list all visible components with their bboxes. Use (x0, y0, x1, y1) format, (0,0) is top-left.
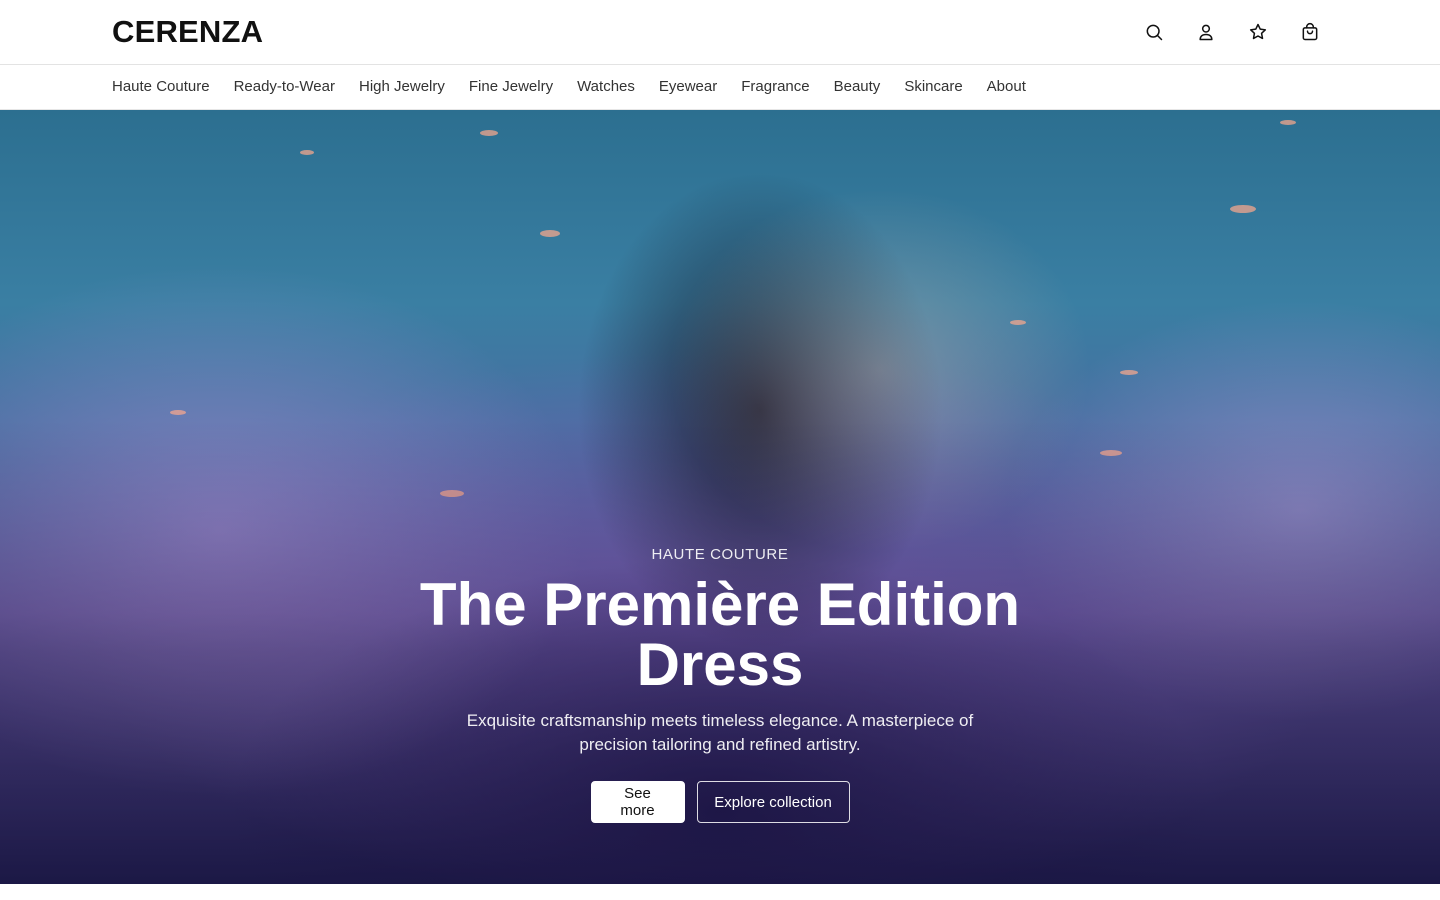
see-more-button[interactable]: See more (590, 781, 685, 823)
nav-item-fine-jewelry[interactable]: Fine Jewelry (469, 78, 553, 95)
nav-item-fragrance[interactable]: Fragrance (741, 78, 809, 95)
explore-collection-button[interactable]: Explore collection (696, 781, 850, 823)
nav-item-haute-couture[interactable]: Haute Couture (112, 78, 210, 95)
search-icon[interactable] (1144, 19, 1164, 45)
nav-item-beauty[interactable]: Beauty (834, 78, 881, 95)
hero-content: HAUTE COUTURE The Première Edition Dress… (0, 546, 1440, 823)
header-icons (1144, 19, 1320, 45)
nav-item-skincare[interactable]: Skincare (904, 78, 962, 95)
nav-item-watches[interactable]: Watches (577, 78, 635, 95)
top-header: CERENZA (0, 0, 1440, 65)
hero-description: Exquisite craftsmanship meets timeless e… (466, 711, 974, 754)
brand-logo[interactable]: CERENZA (112, 14, 263, 50)
bag-icon[interactable] (1300, 19, 1320, 45)
hero-eyebrow: HAUTE COUTURE (651, 546, 789, 563)
user-icon[interactable] (1196, 19, 1216, 45)
star-icon[interactable] (1248, 19, 1268, 45)
nav-item-eyewear[interactable]: Eyewear (659, 78, 717, 95)
category-nav: Haute Couture Ready-to-Wear High Jewelry… (0, 65, 1440, 110)
hero-banner: HAUTE COUTURE The Première Edition Dress… (0, 110, 1440, 884)
nav-item-ready-to-wear[interactable]: Ready-to-Wear (234, 78, 335, 95)
nav-item-high-jewelry[interactable]: High Jewelry (359, 78, 445, 95)
hero-cta-group: See more Explore collection (0, 781, 1440, 823)
hero-title: The Première Edition Dress (419, 571, 1021, 698)
nav-item-about[interactable]: About (987, 78, 1026, 95)
